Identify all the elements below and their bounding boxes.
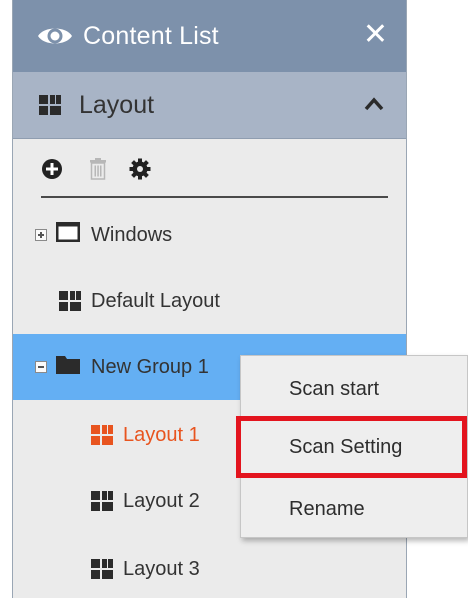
tree-item-layout-3[interactable]: Layout 3 bbox=[13, 536, 406, 602]
gear-icon[interactable] bbox=[129, 158, 151, 180]
layout-grid-icon bbox=[39, 95, 61, 115]
menu-item-label: Scan start bbox=[289, 377, 380, 400]
layout-toolbar bbox=[13, 148, 406, 190]
layout-grid-icon bbox=[59, 291, 81, 311]
window-icon bbox=[55, 221, 81, 249]
menu-item-label: Rename bbox=[289, 497, 365, 520]
expand-plus-icon[interactable] bbox=[35, 229, 47, 241]
tree-item-windows[interactable]: Windows bbox=[13, 202, 406, 268]
menu-item-label: Scan Setting bbox=[289, 435, 403, 458]
menu-item-scan-start[interactable]: Scan start bbox=[241, 359, 467, 419]
panel-title-bar: Content List ✕ bbox=[13, 0, 406, 72]
tree-item-label: New Group 1 bbox=[91, 355, 209, 378]
trash-icon bbox=[87, 158, 109, 180]
section-title: Layout bbox=[79, 90, 155, 119]
menu-item-rename[interactable]: Rename bbox=[241, 479, 467, 539]
tree-item-label: Default Layout bbox=[91, 289, 220, 312]
add-circle-icon[interactable] bbox=[41, 158, 63, 180]
folder-icon bbox=[55, 353, 81, 381]
layout-section-header[interactable]: Layout bbox=[13, 72, 406, 139]
panel-title: Content List bbox=[83, 21, 219, 50]
layout-grid-icon bbox=[91, 425, 113, 445]
layout-grid-icon bbox=[91, 559, 113, 579]
layout-grid-icon bbox=[91, 491, 113, 511]
menu-item-scan-setting[interactable]: Scan Setting bbox=[241, 417, 467, 477]
eye-icon bbox=[35, 16, 75, 56]
tree-item-label: Windows bbox=[91, 223, 173, 246]
toolbar-divider bbox=[41, 196, 388, 198]
chevron-up-icon[interactable] bbox=[362, 92, 386, 116]
collapse-minus-icon[interactable] bbox=[35, 361, 47, 373]
tree-item-default-layout[interactable]: Default Layout bbox=[13, 268, 406, 334]
context-menu: Scan start Scan Setting Rename bbox=[240, 355, 468, 538]
close-icon[interactable]: ✕ bbox=[363, 18, 388, 52]
tree-item-label: Layout 1 bbox=[123, 423, 200, 446]
tree-item-label: Layout 2 bbox=[123, 489, 200, 512]
tree-item-label: Layout 3 bbox=[123, 557, 200, 580]
